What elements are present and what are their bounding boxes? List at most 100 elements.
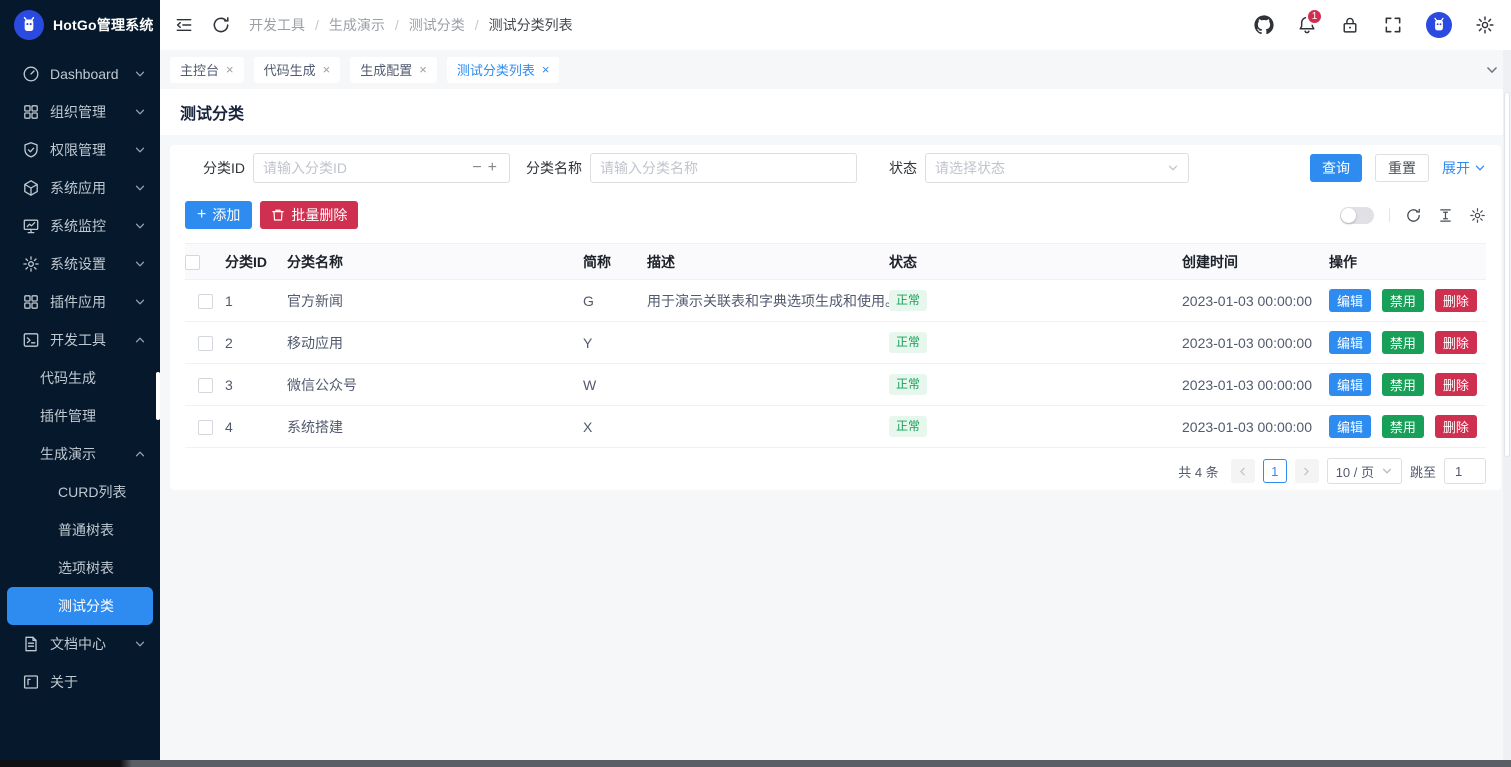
github-icon[interactable] xyxy=(1254,15,1274,35)
page-number-button[interactable]: 1 xyxy=(1263,459,1287,483)
app-logo-icon xyxy=(14,10,44,40)
trash-icon xyxy=(271,208,285,222)
page-header: 测试分类 xyxy=(160,89,1511,135)
edit-button[interactable]: 编辑 xyxy=(1329,415,1371,438)
chevron-up-icon xyxy=(134,334,146,346)
status-badge: 正常 xyxy=(889,416,927,436)
disable-button[interactable]: 禁用 xyxy=(1382,331,1424,354)
gear-icon[interactable] xyxy=(1475,15,1495,35)
sidebar-item-option-tree[interactable]: 选项树表 xyxy=(0,549,160,587)
sidebar-item-about[interactable]: 关于 xyxy=(0,663,160,701)
tab-generation-config[interactable]: 生成配置 × xyxy=(350,57,437,83)
column-header: 描述 xyxy=(647,244,889,280)
close-icon[interactable]: × xyxy=(542,63,550,76)
table-toggle[interactable] xyxy=(1340,207,1374,224)
status-select[interactable]: 请选择状态 xyxy=(925,153,1189,183)
row-checkbox[interactable] xyxy=(198,294,213,309)
sidebar-item-curd-list[interactable]: CURD列表 xyxy=(0,473,160,511)
sidebar-item-generation-demo[interactable]: 生成演示 xyxy=(0,435,160,473)
cell-name: 系统搭建 xyxy=(287,406,583,448)
sidebar-item-test-category[interactable]: 测试分类 xyxy=(7,587,153,625)
breadcrumb-item[interactable]: 开发工具 xyxy=(249,15,305,35)
app-logo[interactable]: HotGo管理系统 xyxy=(0,0,160,50)
notification-badge: 1 xyxy=(1306,8,1323,25)
refresh-icon[interactable] xyxy=(1405,207,1422,224)
horizontal-scrollbar[interactable] xyxy=(0,760,1511,767)
edit-button[interactable]: 编辑 xyxy=(1329,373,1371,396)
refresh-icon[interactable] xyxy=(211,15,231,35)
jump-label: 跳至 xyxy=(1410,462,1436,481)
delete-button[interactable]: 删除 xyxy=(1435,289,1477,312)
cell-description xyxy=(647,364,889,406)
row-checkbox[interactable] xyxy=(198,420,213,435)
disable-button[interactable]: 禁用 xyxy=(1382,289,1424,312)
column-settings-gear-icon[interactable] xyxy=(1469,207,1486,224)
sidebar-item-plugin-app[interactable]: 插件应用 xyxy=(0,283,160,321)
terminal-icon xyxy=(22,331,40,349)
sidebar-item-plugin-management[interactable]: 插件管理 xyxy=(0,397,160,435)
sidebar-item-code-generation[interactable]: 代码生成 xyxy=(0,359,160,397)
close-icon[interactable]: × xyxy=(323,63,331,76)
breadcrumb-item[interactable]: 生成演示 xyxy=(329,15,385,35)
category-id-number-input[interactable]: − + xyxy=(253,153,510,183)
delete-button[interactable]: 删除 xyxy=(1435,331,1477,354)
row-checkbox[interactable] xyxy=(198,336,213,351)
table-row: 2 移动应用 Y 正常 2023-01-03 00:00:00 编辑 禁用 删除 xyxy=(185,322,1486,364)
app-title: HotGo管理系统 xyxy=(53,15,154,35)
sidebar-item-permission-management[interactable]: 权限管理 xyxy=(0,131,160,169)
lock-icon[interactable] xyxy=(1340,15,1360,35)
tab-console[interactable]: 主控台 × xyxy=(170,57,244,83)
chevron-down-icon xyxy=(134,144,146,156)
table-row: 4 系统搭建 X 正常 2023-01-03 00:00:00 编辑 禁用 删除 xyxy=(185,406,1486,448)
disable-button[interactable]: 禁用 xyxy=(1382,373,1424,396)
tab-code-generation[interactable]: 代码生成 × xyxy=(254,57,341,83)
delete-button[interactable]: 删除 xyxy=(1435,415,1477,438)
column-header: 分类名称 xyxy=(287,244,583,280)
column-header: 创建时间 xyxy=(1182,244,1329,280)
add-button[interactable]: + 添加 xyxy=(185,201,252,229)
sidebar-item-org-management[interactable]: 组织管理 xyxy=(0,93,160,131)
decrement-button[interactable]: − xyxy=(469,160,484,176)
next-page-button[interactable] xyxy=(1295,459,1319,483)
fullscreen-icon[interactable] xyxy=(1383,15,1403,35)
sidebar-item-doc-center[interactable]: 文档中心 xyxy=(0,625,160,663)
sidebar-item-system-monitor[interactable]: 系统监控 xyxy=(0,207,160,245)
select-all-checkbox[interactable] xyxy=(185,255,200,270)
sidebar-item-dashboard[interactable]: Dashboard xyxy=(0,55,160,93)
column-header: 简称 xyxy=(583,244,647,280)
sidebar-scrollbar-thumb[interactable] xyxy=(156,372,160,420)
jump-page-input[interactable] xyxy=(1444,458,1486,484)
bell-icon[interactable]: 1 xyxy=(1297,15,1317,35)
sidebar-item-normal-tree[interactable]: 普通树表 xyxy=(0,511,160,549)
sidebar-item-system-settings[interactable]: 系统设置 xyxy=(0,245,160,283)
prev-page-button[interactable] xyxy=(1231,459,1255,483)
avatar[interactable] xyxy=(1426,12,1452,38)
sidebar-item-label: 生成演示 xyxy=(40,444,134,464)
sidebar-item-dev-tools[interactable]: 开发工具 xyxy=(0,321,160,359)
row-checkbox[interactable] xyxy=(198,378,213,393)
category-name-input[interactable] xyxy=(600,160,847,176)
chevron-down-icon[interactable] xyxy=(1485,63,1499,77)
vertical-scrollbar-thumb[interactable] xyxy=(1504,92,1510,457)
breadcrumb-item[interactable]: 测试分类 xyxy=(409,15,465,35)
delete-button[interactable]: 删除 xyxy=(1435,373,1477,396)
edit-button[interactable]: 编辑 xyxy=(1329,331,1371,354)
breadcrumb-separator: / xyxy=(315,17,319,33)
close-icon[interactable]: × xyxy=(226,63,234,76)
edit-button[interactable]: 编辑 xyxy=(1329,289,1371,312)
close-icon[interactable]: × xyxy=(419,63,427,76)
row-height-icon[interactable] xyxy=(1437,207,1454,224)
expand-toggle[interactable]: 展开 xyxy=(1442,158,1486,178)
tab-test-category-list[interactable]: 测试分类列表 × xyxy=(447,57,560,83)
category-name-input-box[interactable] xyxy=(590,153,857,183)
search-button[interactable]: 查询 xyxy=(1310,154,1362,182)
chevron-down-icon xyxy=(1167,162,1179,174)
increment-button[interactable]: + xyxy=(485,160,500,176)
sidebar-item-system-app[interactable]: 系统应用 xyxy=(0,169,160,207)
reset-button[interactable]: 重置 xyxy=(1375,154,1429,182)
disable-button[interactable]: 禁用 xyxy=(1382,415,1424,438)
menu-fold-icon[interactable] xyxy=(174,15,194,35)
category-id-input[interactable] xyxy=(263,160,469,176)
page-size-select[interactable]: 10 / 页 xyxy=(1327,458,1402,484)
batch-delete-button[interactable]: 批量删除 xyxy=(260,201,358,229)
